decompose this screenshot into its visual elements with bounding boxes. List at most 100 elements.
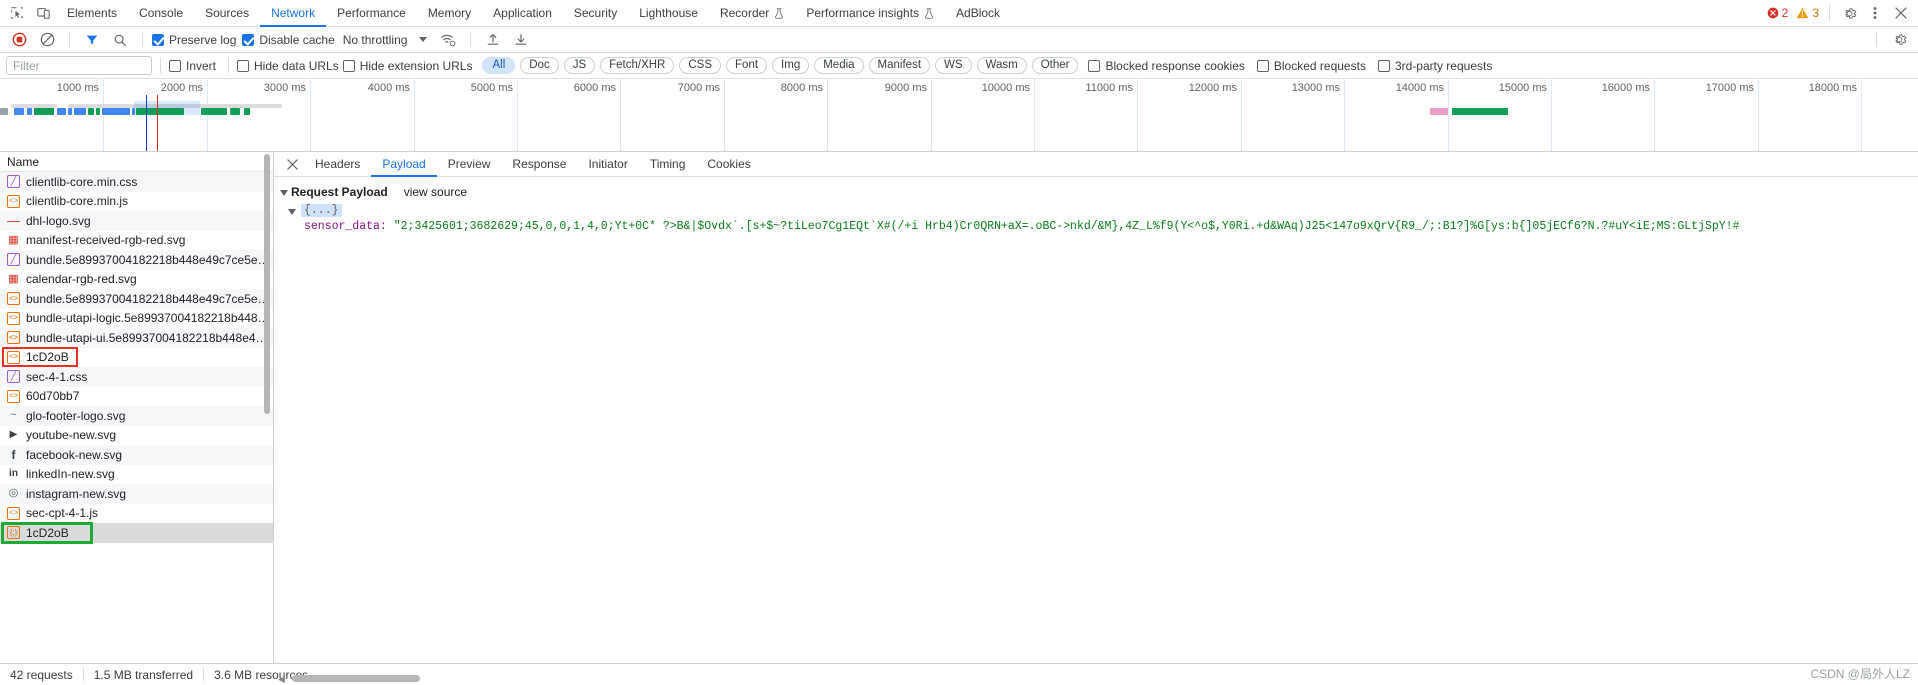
gear-icon[interactable] xyxy=(1836,1,1862,25)
detail-tab-cookies[interactable]: Cookies xyxy=(696,152,761,177)
payload-object-row[interactable]: {...} xyxy=(274,204,1918,217)
network-overview-timeline[interactable]: 1000 ms 2000 ms 3000 ms 4000 ms 5000 ms 6000 … xyxy=(0,79,1918,152)
scroll-left-arrow-icon[interactable]: ◀ xyxy=(278,674,285,685)
network-settings-gear-icon[interactable] xyxy=(1886,28,1912,52)
view-source-link[interactable]: view source xyxy=(404,185,467,199)
invert-checkbox[interactable]: Invert xyxy=(169,59,216,73)
request-row[interactable]: <> sec-cpt-4-1.js xyxy=(0,504,273,524)
warning-icon xyxy=(1796,7,1809,19)
export-har-icon[interactable] xyxy=(508,28,534,52)
close-icon[interactable] xyxy=(1888,1,1914,25)
request-row[interactable]: ~ glo-footer-logo.svg xyxy=(0,406,273,426)
import-har-icon[interactable] xyxy=(480,28,506,52)
filter-chip-other[interactable]: Other xyxy=(1031,57,1079,74)
tab-memory[interactable]: Memory xyxy=(417,0,482,27)
request-row-name: clientlib-core.min.js xyxy=(26,194,129,209)
request-row[interactable]: <> bundle.5e89937004182218b448e49c7ce5e69… xyxy=(0,289,273,309)
request-row[interactable]: ◎ instagram-new.svg xyxy=(0,484,273,504)
request-row[interactable]: ╱ bundle.5e89937004182218b448e49c7ce5e692… xyxy=(0,250,273,270)
network-main-area: Name ╱ clientlib-core.min.css <> clientlib-… xyxy=(0,152,1918,663)
filter-chip-manifest[interactable]: Manifest xyxy=(868,57,931,74)
warning-count-badge[interactable]: 3 xyxy=(1792,6,1823,20)
network-conditions-icon[interactable] xyxy=(435,28,461,52)
hide-extension-urls-checkbox[interactable]: Hide extension URLs xyxy=(342,59,472,73)
request-row[interactable]: {;} 1cD2oB xyxy=(0,523,273,543)
request-row[interactable]: ▦ manifest-received-rgb-red.svg xyxy=(0,231,273,251)
request-row[interactable]: <> 60d70bb7 xyxy=(0,387,273,407)
error-count-badge[interactable]: 2 xyxy=(1763,6,1793,20)
tab-network[interactable]: Network xyxy=(260,0,326,27)
throttling-select[interactable]: No throttling xyxy=(343,33,434,47)
request-list-scrollbar[interactable] xyxy=(263,152,272,663)
filter-chip-fetch-xhr[interactable]: Fetch/XHR xyxy=(600,57,675,74)
overview-tick-label: 2000 ms xyxy=(160,82,203,94)
close-icon[interactable] xyxy=(280,152,304,176)
tab-performance-insights-label: Performance insights xyxy=(806,5,920,20)
detail-tab-headers[interactable]: Headers xyxy=(304,152,371,177)
filter-icon[interactable] xyxy=(79,28,105,52)
request-list-body[interactable]: ╱ clientlib-core.min.css <> clientlib-core.… xyxy=(0,172,273,663)
tab-performance-insights[interactable]: Performance insights xyxy=(795,0,945,27)
third-party-requests-checkbox[interactable]: 3rd-party requests xyxy=(1377,59,1492,73)
request-row-name: bundle-utapi-logic.5e89937004182218b448e… xyxy=(26,311,273,326)
filter-chip-all[interactable]: All xyxy=(482,57,516,74)
request-payload-toggle[interactable]: Request Payload xyxy=(280,185,388,199)
request-row[interactable]: ▶ youtube-new.svg xyxy=(0,426,273,446)
detail-tab-payload[interactable]: Payload xyxy=(371,152,436,177)
record-stop-icon[interactable] xyxy=(6,28,32,52)
blocked-response-cookies-checkbox[interactable]: Blocked response cookies xyxy=(1088,59,1245,73)
horizontal-scroll-thumb[interactable] xyxy=(292,675,420,682)
preserve-log-checkbox[interactable]: Preserve log xyxy=(152,33,236,47)
clear-network-log-icon[interactable] xyxy=(34,28,60,52)
horizontal-scrollbar[interactable]: ◀ xyxy=(278,674,1918,685)
kebab-menu-icon[interactable] xyxy=(1862,1,1888,25)
detail-tab-response[interactable]: Response xyxy=(501,152,577,177)
tab-recorder-label: Recorder xyxy=(719,5,770,20)
device-toolbar-icon[interactable] xyxy=(30,1,56,25)
request-row[interactable]: <> clientlib-core.min.js xyxy=(0,192,273,212)
hide-data-urls-checkbox[interactable]: Hide data URLs xyxy=(237,59,339,73)
filter-chip-js[interactable]: JS xyxy=(563,57,596,74)
request-row[interactable]: — dhl-logo.svg xyxy=(0,211,273,231)
tab-adblock[interactable]: AdBlock xyxy=(945,0,1011,27)
tab-sources[interactable]: Sources xyxy=(194,0,260,27)
inspect-element-icon[interactable] xyxy=(4,1,30,25)
filter-chip-ws[interactable]: WS xyxy=(935,57,972,74)
request-row[interactable]: <> bundle-utapi-logic.5e89937004182218b44… xyxy=(0,309,273,329)
filter-chip-css[interactable]: CSS xyxy=(679,57,722,74)
tab-elements[interactable]: Elements xyxy=(56,0,128,27)
disable-cache-checkbox[interactable]: Disable cache xyxy=(242,33,335,47)
request-row-name: 60d70bb7 xyxy=(26,389,80,404)
tab-performance[interactable]: Performance xyxy=(326,0,417,27)
request-list-scroll-thumb[interactable] xyxy=(264,154,270,414)
detail-tab-preview[interactable]: Preview xyxy=(437,152,502,177)
tab-application[interactable]: Application xyxy=(482,0,563,27)
tabbar-divider xyxy=(1829,5,1830,21)
search-input[interactable] xyxy=(6,56,152,75)
image-file-icon: ~ xyxy=(10,409,17,422)
search-icon[interactable] xyxy=(107,28,133,52)
blocked-requests-checkbox[interactable]: Blocked requests xyxy=(1256,59,1366,73)
detail-tab-initiator[interactable]: Initiator xyxy=(577,152,638,177)
request-row[interactable]: <> bundle-utapi-ui.5e89937004182218b448e4… xyxy=(0,328,273,348)
request-row[interactable]: ▦ calendar-rgb-red.svg xyxy=(0,270,273,290)
filter-chip-img[interactable]: Img xyxy=(772,57,810,74)
tab-recorder[interactable]: Recorder xyxy=(709,0,795,27)
detail-tab-timing[interactable]: Timing xyxy=(639,152,697,177)
request-row[interactable]: ╱ clientlib-core.min.css xyxy=(0,172,273,192)
filter-chip-wasm[interactable]: Wasm xyxy=(976,57,1027,74)
filter-chip-font[interactable]: Font xyxy=(726,57,768,74)
tab-console[interactable]: Console xyxy=(128,0,194,27)
request-row[interactable]: ╱ sec-4-1.css xyxy=(0,367,273,387)
request-list-column-header[interactable]: Name xyxy=(0,152,273,172)
filter-chip-doc[interactable]: Doc xyxy=(520,57,559,74)
request-row[interactable]: <> 1cD2oB xyxy=(0,348,273,368)
tab-security[interactable]: Security xyxy=(563,0,628,27)
js-file-icon: <> xyxy=(7,311,20,325)
filter-chip-media[interactable]: Media xyxy=(814,57,864,74)
request-row[interactable]: f facebook-new.svg xyxy=(0,445,273,465)
tab-lighthouse[interactable]: Lighthouse xyxy=(628,0,709,27)
request-row[interactable]: in linkedIn-new.svg xyxy=(0,465,273,485)
overview-tick-label: 18000 ms xyxy=(1808,82,1857,94)
overview-tick xyxy=(207,79,208,151)
